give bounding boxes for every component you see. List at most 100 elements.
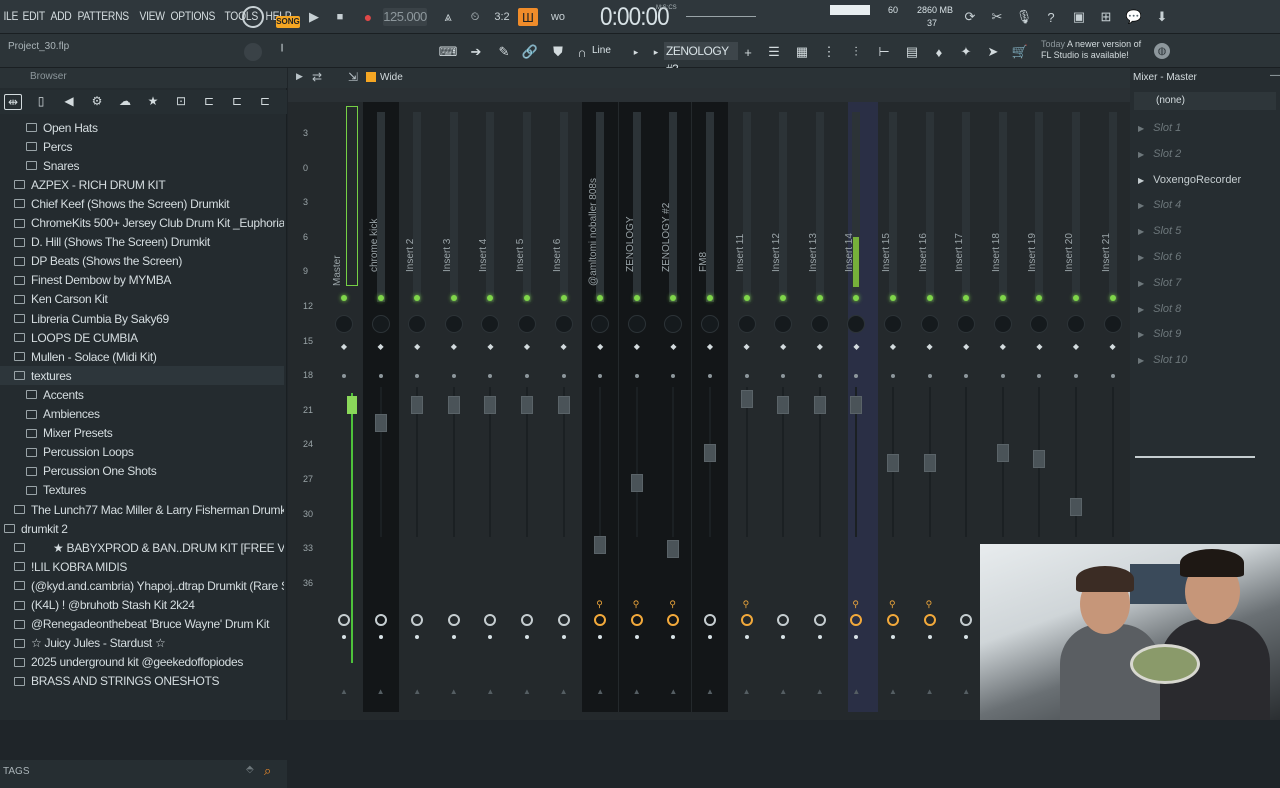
- browser-item[interactable]: Textures: [0, 481, 86, 500]
- mixer-strip[interactable]: ◆ ▲ Insert 4: [472, 102, 508, 712]
- mute-led[interactable]: [1109, 295, 1116, 301]
- route-dot[interactable]: [854, 374, 859, 378]
- route-arrow-icon[interactable]: ▲: [523, 687, 531, 696]
- project-icon[interactable]: ▤: [902, 43, 922, 61]
- magnet-icon[interactable]: ∩: [572, 43, 592, 61]
- mixer-view-mode[interactable]: Wide: [380, 72, 403, 83]
- route-arrow-icon[interactable]: ▲: [852, 687, 860, 696]
- volume-fader[interactable]: [996, 444, 1009, 462]
- stereo-separation-icon[interactable]: ◆: [633, 343, 641, 351]
- folder-icon[interactable]: ⊏: [200, 94, 218, 110]
- mute-led[interactable]: [1073, 295, 1079, 301]
- send-ring-icon[interactable]: [813, 614, 826, 626]
- pan-knob[interactable]: [847, 315, 866, 333]
- browser-item[interactable]: LOOPS DE CUMBIA: [0, 328, 138, 347]
- route-dot[interactable]: [891, 374, 895, 378]
- mute-led[interactable]: [999, 295, 1006, 301]
- send-ring-icon[interactable]: [850, 614, 863, 626]
- snap-arrow-icon[interactable]: ▸: [626, 43, 646, 61]
- stereo-separation-icon[interactable]: ◆: [999, 343, 1007, 351]
- route-dot[interactable]: [744, 374, 749, 378]
- browser-item[interactable]: Snares: [0, 156, 80, 175]
- send-dot[interactable]: [744, 635, 749, 639]
- route-dot[interactable]: [1000, 374, 1005, 378]
- shop-icon[interactable]: 🛒: [1010, 43, 1030, 61]
- pattern-arrow-icon[interactable]: ▸: [646, 43, 666, 61]
- mute-led[interactable]: [816, 295, 823, 301]
- stereo-separation-icon[interactable]: ◆: [413, 343, 421, 351]
- pattern-selector[interactable]: ZENOLOGY #3: [664, 42, 738, 76]
- send-dot[interactable]: [817, 635, 822, 639]
- send-dot[interactable]: [342, 635, 346, 639]
- send-ring-icon[interactable]: [887, 614, 899, 626]
- effect-slot[interactable]: ▶ Slot 10: [1138, 354, 1187, 366]
- route-arrow-icon[interactable]: ▲: [633, 687, 641, 696]
- master-fader[interactable]: [347, 396, 357, 414]
- send-dot[interactable]: [964, 635, 969, 639]
- mixer-strip[interactable]: ◆ ▲ Insert 12: [765, 102, 801, 712]
- route-dot[interactable]: [415, 374, 420, 378]
- volume-fader[interactable]: [813, 396, 826, 414]
- slot-arrow-icon[interactable]: ▶: [1138, 356, 1144, 365]
- cut-icon[interactable]: ✂: [987, 8, 1007, 26]
- cloud-icon[interactable]: ☁: [116, 94, 134, 110]
- blend-notes-icon[interactable]: wo: [548, 8, 568, 26]
- menu-view[interactable]: VIEW: [136, 9, 168, 23]
- route-dot[interactable]: [1037, 374, 1042, 378]
- browser-item[interactable]: !LIL KOBRA MIDIS: [0, 557, 127, 576]
- send-dot[interactable]: [781, 635, 786, 639]
- send-ring-icon[interactable]: [704, 614, 716, 626]
- render-icon[interactable]: ⊞: [1096, 8, 1116, 26]
- browser-item[interactable]: BRASS AND STRINGS ONESHOTS: [0, 672, 220, 690]
- menu-options[interactable]: OPTIONS: [167, 9, 219, 23]
- pencil-icon[interactable]: ✎: [494, 43, 514, 61]
- browser-item[interactable]: Accents: [0, 385, 84, 404]
- pan-knob[interactable]: [371, 315, 390, 333]
- mixer-strip[interactable]: ◆ ▲ ⚲ ZENOLOGY #2: [655, 102, 692, 712]
- play-icon[interactable]: ▶: [304, 8, 324, 26]
- browser-item[interactable]: (@kyd.and.cambria) Yhapoj..dtrap Drumkit…: [0, 576, 284, 595]
- effect-slot[interactable]: ▶ Slot 7: [1138, 277, 1181, 289]
- stamp-icon[interactable]: ⛊: [548, 43, 568, 61]
- volume-fader[interactable]: [740, 390, 753, 408]
- wait-input-icon[interactable]: ⏲: [465, 8, 485, 26]
- route-arrow-icon[interactable]: ▲: [706, 687, 714, 696]
- route-arrow-icon[interactable]: ▲: [743, 687, 751, 696]
- pan-knob[interactable]: [408, 315, 427, 333]
- input-select[interactable]: (none): [1134, 92, 1276, 110]
- folder-next-icon[interactable]: ⊏: [256, 94, 274, 110]
- pan-knob[interactable]: [701, 315, 719, 333]
- send-ring-icon[interactable]: [521, 614, 533, 626]
- stereo-separation-icon[interactable]: ◆: [560, 343, 568, 351]
- tag-icon[interactable]: ⬘: [246, 764, 254, 775]
- send-dot[interactable]: [415, 635, 420, 639]
- stereo-separation-icon[interactable]: ◆: [889, 343, 897, 351]
- send-dot[interactable]: [927, 635, 932, 639]
- mute-led[interactable]: [341, 295, 347, 301]
- news-panel[interactable]: Today A newer version of FL Studio is av…: [1041, 39, 1141, 61]
- slot-arrow-icon[interactable]: ▶: [1138, 150, 1144, 159]
- send-dot[interactable]: [598, 635, 603, 639]
- send-ring-icon[interactable]: [411, 614, 424, 626]
- pan-knob[interactable]: [993, 315, 1012, 333]
- mixer-menu-arrow-icon[interactable]: ▶: [296, 71, 303, 82]
- route-dot[interactable]: [634, 374, 639, 378]
- channel-rack-icon[interactable]: ▦: [792, 43, 812, 61]
- slot-arrow-icon[interactable]: ▶: [1138, 279, 1144, 288]
- slot-arrow-icon[interactable]: ▶: [1138, 176, 1144, 185]
- master-pitch-slider[interactable]: [686, 16, 756, 17]
- route-dot[interactable]: [781, 374, 786, 378]
- browser-icon[interactable]: ⊢: [874, 43, 894, 61]
- route-arrow-icon[interactable]: ▲: [816, 687, 824, 696]
- send-ring-icon[interactable]: [630, 614, 643, 626]
- volume-fader[interactable]: [777, 396, 790, 414]
- route-dot[interactable]: [1110, 374, 1115, 378]
- pan-knob[interactable]: [1103, 315, 1122, 333]
- route-arrow-icon[interactable]: ▲: [779, 687, 787, 696]
- volume-fader[interactable]: [374, 414, 387, 432]
- plugin-picker-icon[interactable]: ♦: [929, 43, 949, 61]
- sidechain-pin-icon[interactable]: ⚲: [633, 600, 641, 609]
- route-dot[interactable]: [817, 374, 822, 378]
- pan-knob[interactable]: [1030, 315, 1049, 333]
- mute-led[interactable]: [450, 295, 457, 301]
